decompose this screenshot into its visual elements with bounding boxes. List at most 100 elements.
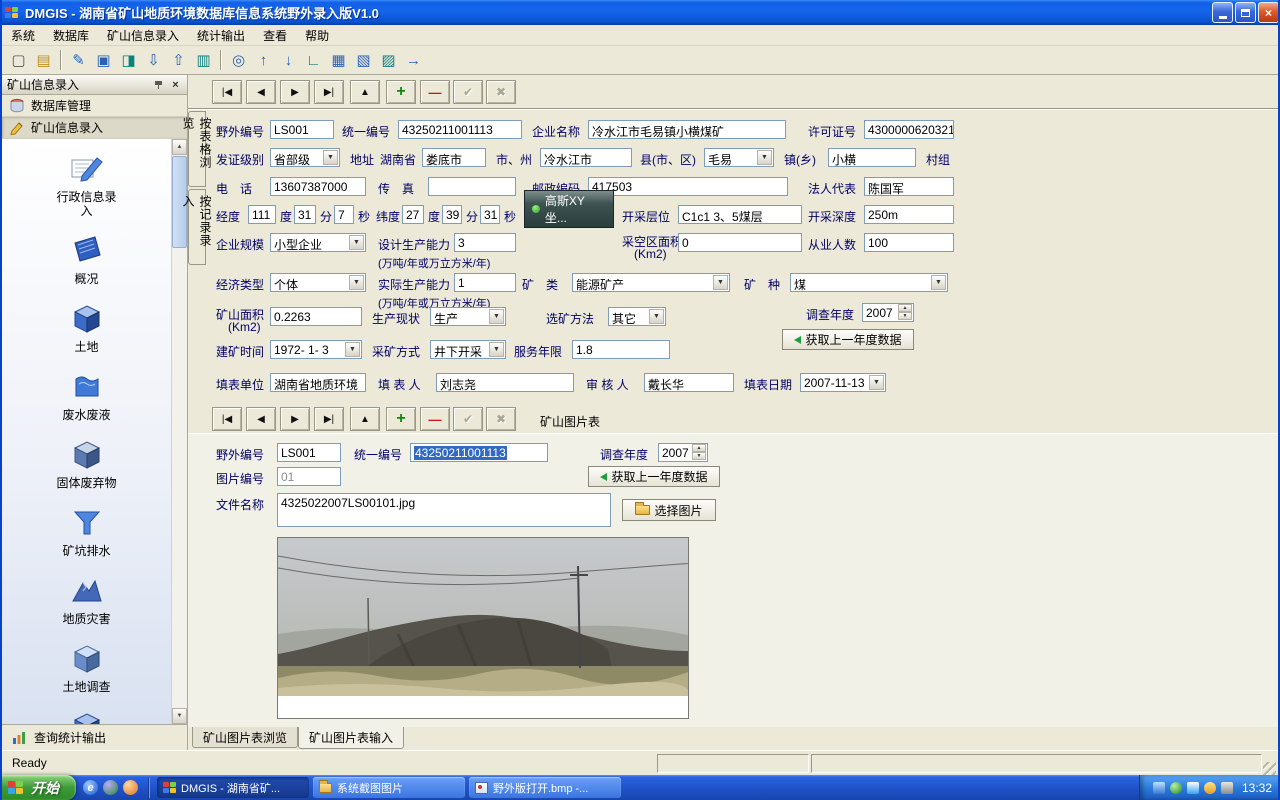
- pic-fetch-previous-year-button[interactable]: 获取上一年度数据: [588, 466, 720, 487]
- nav1-cancel-button[interactable]: ✖: [486, 80, 516, 104]
- go-icon[interactable]: →: [401, 49, 426, 72]
- town-input[interactable]: 小横: [828, 148, 916, 167]
- scroll-down-icon[interactable]: ▼: [172, 708, 187, 724]
- fetch-previous-year-button[interactable]: 获取上一年度数据: [782, 329, 914, 350]
- volume-icon[interactable]: [1221, 782, 1233, 794]
- spin-up-icon[interactable]: ▲: [898, 304, 912, 312]
- menu-database[interactable]: 数据库: [44, 25, 98, 46]
- messenger-icon[interactable]: [103, 780, 118, 795]
- sidebar-item-pit-drainage[interactable]: 矿坑排水: [54, 505, 120, 558]
- sidebar-item-database-manage[interactable]: 数据库管理: [2, 95, 187, 117]
- beneficiation-select[interactable]: 其它▼: [608, 307, 666, 326]
- lon-sec-input[interactable]: 7: [334, 205, 354, 224]
- production-status-select[interactable]: 生产▼: [430, 307, 506, 326]
- mine-area-input[interactable]: 0.2263: [270, 307, 362, 326]
- nav2-last-button[interactable]: ▶|: [314, 407, 344, 431]
- sidebar-item-land[interactable]: 土地: [54, 301, 120, 354]
- county-select[interactable]: 毛易▼: [704, 148, 774, 167]
- save-icon[interactable]: ▣: [91, 49, 116, 72]
- nav2-cancel-button[interactable]: ✖: [486, 407, 516, 431]
- employees-input[interactable]: 100: [864, 233, 954, 252]
- actual-capacity-input[interactable]: 1: [454, 273, 516, 292]
- taskbar-task-dmgis[interactable]: DMGIS - 湖南省矿...: [157, 777, 309, 798]
- spin-down-icon[interactable]: ▼: [898, 312, 912, 320]
- nav1-last-button[interactable]: ▶|: [314, 80, 344, 104]
- enterprise-scale-select[interactable]: 小型企业▼: [270, 233, 366, 252]
- menu-view[interactable]: 查看: [254, 25, 296, 46]
- minimize-button[interactable]: [1212, 2, 1233, 23]
- taskbar-task-bmp[interactable]: 野外版打开.bmp -...: [469, 777, 621, 798]
- edit-icon[interactable]: ✎: [66, 49, 91, 72]
- sidebar-item-geo-hazard[interactable]: 地质灾害: [54, 573, 120, 626]
- sidebar-close-icon[interactable]: ×: [169, 78, 182, 91]
- fill-date-select[interactable]: 2007-11-13▼: [800, 373, 886, 392]
- taskbar-task-folder[interactable]: 系统截图图片: [313, 777, 465, 798]
- nav1-delete-button[interactable]: —: [420, 80, 450, 104]
- fax-input[interactable]: [428, 177, 516, 196]
- license-no-input[interactable]: 4300000620321: [864, 120, 954, 139]
- mining-depth-input[interactable]: 250m: [864, 205, 954, 224]
- new-icon[interactable]: ▢: [6, 49, 31, 72]
- nav1-first-button[interactable]: |◀: [212, 80, 242, 104]
- chevron-down-icon[interactable]: ▼: [349, 235, 364, 250]
- chevron-down-icon[interactable]: ▼: [349, 275, 364, 290]
- lat-deg-input[interactable]: 27: [402, 205, 424, 224]
- service-years-input[interactable]: 1.8: [572, 340, 670, 359]
- ore-kind-select[interactable]: 煤▼: [790, 273, 948, 292]
- fill-unit-input[interactable]: 湖南省地质环境: [270, 373, 366, 392]
- table-icon[interactable]: ▦: [326, 49, 351, 72]
- pic-unified-no-input[interactable]: 43250211001113: [410, 443, 548, 462]
- chevron-down-icon[interactable]: ▼: [649, 309, 664, 324]
- mining-method-select[interactable]: 井下开采▼: [430, 340, 506, 359]
- sidebar-item-wastewater[interactable]: 废水废液: [54, 369, 120, 422]
- lat-sec-input[interactable]: 31: [480, 205, 500, 224]
- chevron-down-icon[interactable]: ▼: [489, 309, 504, 324]
- lon-deg-input[interactable]: 111: [248, 205, 276, 224]
- chevron-down-icon[interactable]: ▼: [345, 342, 360, 357]
- nav2-confirm-button[interactable]: ✔: [453, 407, 483, 431]
- pic-survey-year-spinner[interactable]: 2007▲▼: [658, 443, 708, 462]
- network-icon[interactable]: [1153, 782, 1165, 794]
- spin-down-icon[interactable]: ▼: [692, 452, 706, 460]
- tab-picture-browse[interactable]: 矿山图片表浏览: [192, 727, 298, 748]
- print-icon[interactable]: ▥: [191, 49, 216, 72]
- import-icon[interactable]: ⇩: [141, 49, 166, 72]
- sidebar-item-query-stats[interactable]: 查询统计输出: [2, 724, 187, 750]
- pin-icon[interactable]: [154, 80, 164, 90]
- sidebar-item-overview[interactable]: 概况: [54, 233, 120, 286]
- nav1-next-button[interactable]: ▶: [280, 80, 310, 104]
- nav1-top-button[interactable]: ▲: [350, 80, 380, 104]
- chevron-down-icon[interactable]: ▼: [713, 275, 728, 290]
- menu-system[interactable]: 系统: [2, 25, 44, 46]
- nav2-prev-button[interactable]: ◀: [246, 407, 276, 431]
- up-icon[interactable]: ↑: [251, 49, 276, 72]
- menu-help[interactable]: 帮助: [296, 25, 338, 46]
- chevron-down-icon[interactable]: ▼: [757, 150, 772, 165]
- nav2-top-button[interactable]: ▲: [350, 407, 380, 431]
- nav1-add-button[interactable]: +: [386, 80, 416, 104]
- sidebar-item-admin-entry[interactable]: 行政信息录入: [54, 151, 120, 218]
- tab-record-entry[interactable]: 按记录录入: [188, 189, 206, 265]
- picture-no-input[interactable]: 01: [277, 467, 341, 486]
- legal-rep-input[interactable]: 陈国军: [864, 177, 954, 196]
- open-icon[interactable]: ▤: [31, 49, 56, 72]
- measure-icon[interactable]: ∟: [301, 49, 326, 72]
- economic-type-select[interactable]: 个体▼: [270, 273, 366, 292]
- sidebar-item-mine-entry[interactable]: 矿山信息录入: [2, 117, 187, 139]
- menu-stats-output[interactable]: 统计输出: [188, 25, 254, 46]
- license-level-select[interactable]: 省部级▼: [270, 148, 340, 167]
- chevron-down-icon[interactable]: ▼: [323, 150, 338, 165]
- layers-icon[interactable]: ▨: [376, 49, 401, 72]
- chevron-down-icon[interactable]: ▼: [489, 342, 504, 357]
- chevron-down-icon[interactable]: ▼: [931, 275, 946, 290]
- resize-grip-icon[interactable]: [1263, 762, 1276, 775]
- sidebar-item-land-survey[interactable]: 土地调查: [54, 641, 120, 694]
- globe-icon[interactable]: ◎: [226, 49, 251, 72]
- menu-mine-entry[interactable]: 矿山信息录入: [98, 25, 188, 46]
- lat-min-input[interactable]: 39: [442, 205, 462, 224]
- copy-icon[interactable]: ◨: [116, 49, 141, 72]
- ie-icon[interactable]: e: [83, 780, 98, 795]
- design-capacity-input[interactable]: 3: [454, 233, 516, 252]
- spin-up-icon[interactable]: ▲: [692, 444, 706, 452]
- update-icon[interactable]: [1204, 782, 1216, 794]
